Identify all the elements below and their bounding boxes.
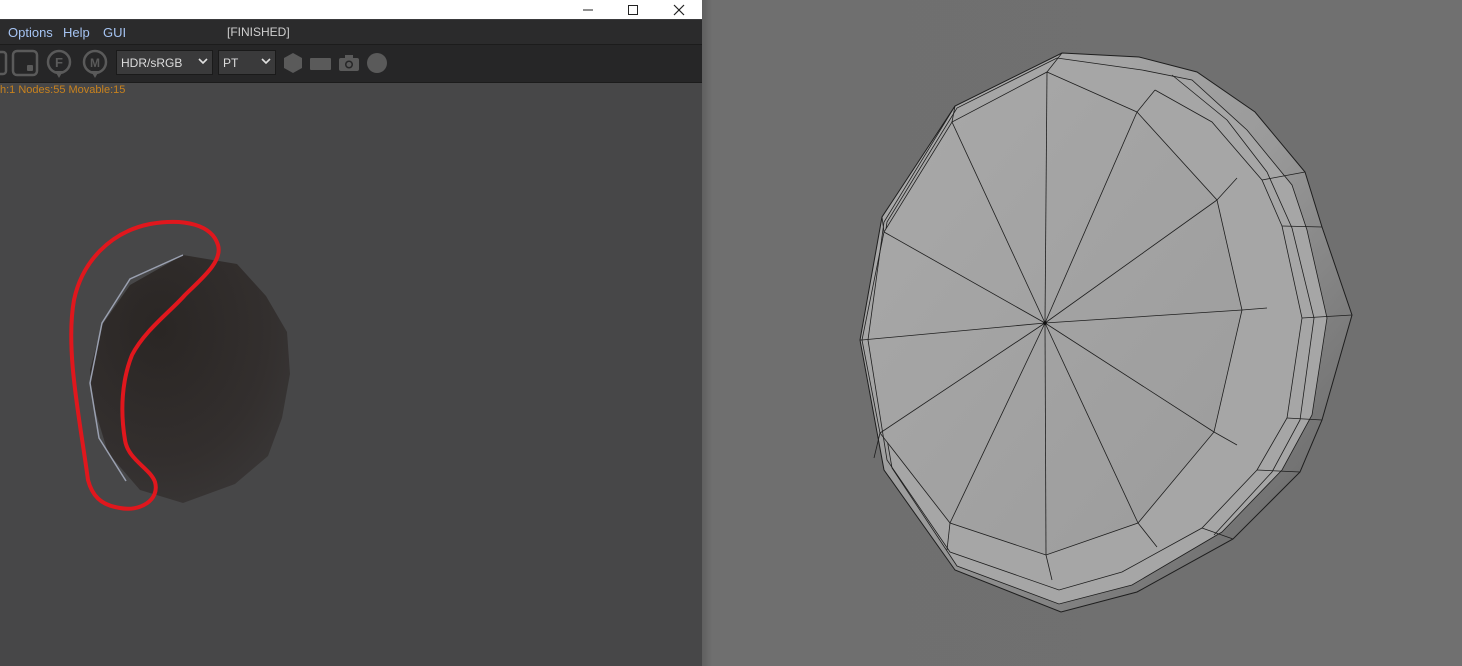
- mesh-wireframe: [859, 52, 1353, 613]
- mesh-center-vertex: [1043, 321, 1047, 325]
- modeling-viewport[interactable]: [702, 0, 1462, 666]
- render-viewport[interactable]: [0, 0, 702, 666]
- render-app-window: Options Help GUI [FINISHED] F M HDR/sRGB…: [0, 0, 702, 666]
